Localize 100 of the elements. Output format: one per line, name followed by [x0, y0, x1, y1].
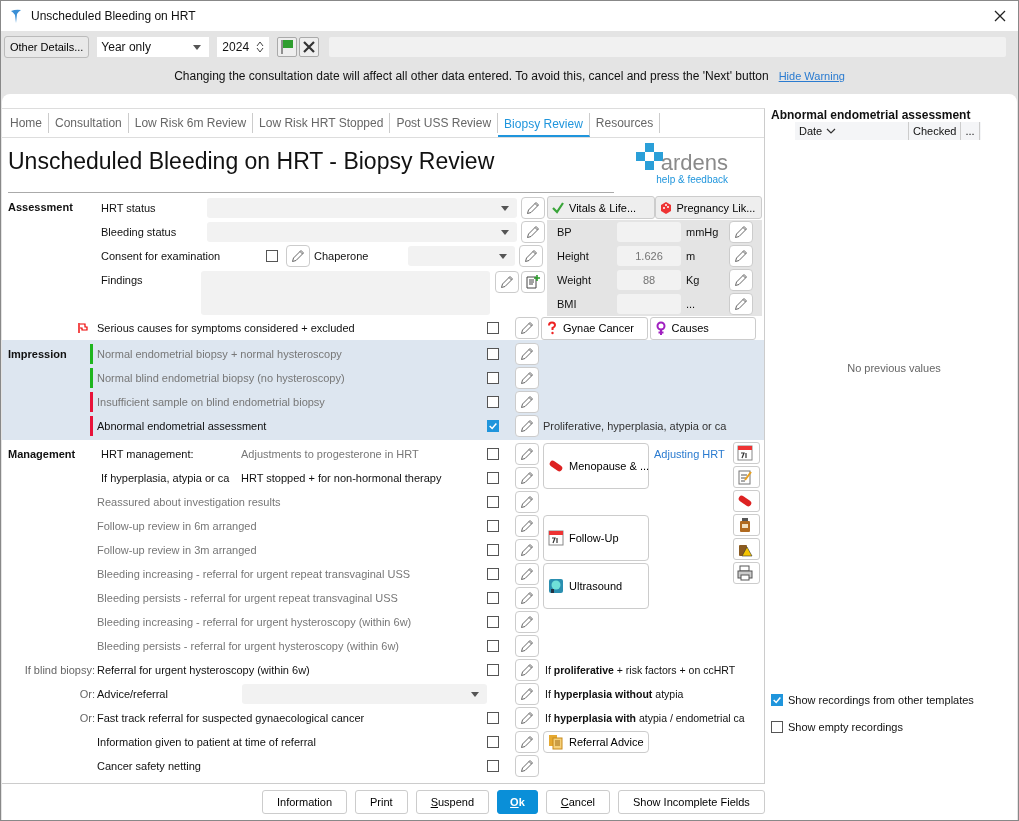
edit-button[interactable] [515, 707, 539, 729]
column-header[interactable]: Checked [909, 122, 962, 140]
tab[interactable]: Low Risk 6m Review [128, 113, 254, 133]
edit-button[interactable] [729, 245, 753, 267]
date-precision-dropdown[interactable]: Year only [97, 37, 210, 57]
checkbox[interactable] [487, 664, 499, 676]
resource-button[interactable]: Ultrasound [543, 563, 649, 609]
edit-button[interactable] [495, 271, 519, 293]
column-header[interactable]: Date [795, 122, 909, 140]
edit-button[interactable] [515, 611, 539, 633]
footer-button[interactable]: Cancel [545, 790, 611, 814]
edit-button[interactable] [515, 635, 539, 657]
footer-button[interactable]: Print [355, 790, 408, 814]
edit-button[interactable] [515, 467, 539, 489]
edit-button[interactable] [286, 245, 310, 267]
edit-button[interactable] [515, 415, 539, 437]
edit-button[interactable] [515, 367, 539, 389]
checkbox[interactable] [771, 693, 783, 706]
checkbox[interactable] [487, 448, 499, 460]
add-note-button[interactable] [521, 271, 545, 293]
footer-button[interactable]: Ok [497, 790, 538, 814]
history-title: Abnormal endometrial assessment [771, 108, 972, 122]
edit-button[interactable] [521, 221, 545, 243]
edit-button[interactable] [729, 221, 753, 243]
item-label: Information given to patient at time of referral [97, 736, 316, 748]
checkbox[interactable] [771, 720, 783, 733]
pill-button[interactable] [733, 490, 760, 512]
tab[interactable]: Consultation [49, 113, 129, 133]
edit-button[interactable] [515, 391, 539, 413]
checkbox[interactable] [487, 640, 499, 652]
other-details-button[interactable]: Other Details... [4, 36, 90, 58]
edit-button[interactable] [515, 317, 539, 339]
footer-button[interactable]: Show Incomplete Fields [618, 790, 765, 814]
adjusting-hrt-link[interactable]: Adjusting HRT [651, 448, 733, 460]
edit-button[interactable] [515, 755, 539, 777]
edit-button[interactable] [515, 563, 539, 585]
checkbox[interactable] [487, 712, 499, 724]
resource-button[interactable]: Causes [649, 316, 756, 340]
checkbox[interactable] [487, 396, 499, 408]
column-header[interactable]: ... [961, 122, 980, 140]
checkbox[interactable] [487, 322, 499, 334]
edit-button[interactable] [521, 197, 545, 219]
checkbox[interactable] [487, 592, 499, 604]
checkbox[interactable] [487, 348, 499, 360]
clear-icon[interactable] [299, 37, 320, 57]
pencil-icon [525, 200, 541, 216]
checkbox[interactable] [266, 250, 278, 262]
footer-button[interactable]: Information [262, 790, 348, 814]
resource-button[interactable]: Follow-Up [543, 515, 649, 561]
close-icon[interactable] [994, 10, 1006, 22]
year-spinner[interactable]: 2024 [217, 37, 270, 57]
pencil-icon [519, 710, 535, 726]
pencil-icon [519, 590, 535, 606]
edit-button[interactable] [515, 659, 539, 681]
edit-button[interactable] [515, 491, 539, 513]
pencil-icon [519, 394, 535, 410]
edit-button[interactable] [515, 343, 539, 365]
hide-warning-link[interactable]: Hide Warning [778, 70, 845, 82]
checkbox[interactable] [487, 544, 499, 556]
checkbox[interactable] [487, 520, 499, 532]
resource-button[interactable]: Gynae Cancer [541, 316, 648, 340]
edit-button[interactable] [729, 269, 753, 291]
pencil-icon [519, 614, 535, 630]
edit-button[interactable] [729, 293, 753, 315]
pencil-icon [519, 758, 535, 774]
unit-label: ... [685, 298, 697, 310]
edit-button[interactable] [515, 515, 539, 537]
tab[interactable]: Resources [589, 113, 661, 133]
bottle-button[interactable] [733, 514, 760, 536]
tab[interactable]: Home [4, 113, 49, 133]
tick-icon [551, 200, 565, 215]
edit-button[interactable] [515, 587, 539, 609]
resource-button[interactable]: Menopause & ... [543, 443, 649, 489]
checkbox[interactable] [487, 760, 499, 772]
checkbox[interactable] [487, 736, 499, 748]
tab[interactable]: Low Risk HRT Stopped [253, 113, 391, 133]
edit-button[interactable] [515, 731, 539, 753]
checkbox[interactable] [487, 496, 499, 508]
checkbox[interactable] [487, 472, 499, 484]
vitals-button[interactable]: Vitals & Life... [547, 196, 655, 219]
notepad-button[interactable] [733, 466, 760, 488]
edit-button[interactable] [515, 443, 539, 465]
resource-button[interactable]: Referral Advice [543, 731, 649, 753]
vitals-button[interactable]: Pregnancy Lik... [654, 196, 762, 219]
calendar-button[interactable] [733, 442, 760, 464]
tab[interactable]: Post USS Review [390, 113, 499, 133]
checkbox[interactable] [487, 568, 499, 580]
printer-button[interactable] [733, 562, 760, 584]
edit-button[interactable] [515, 539, 539, 561]
input-field[interactable]: 1.626 [617, 246, 681, 266]
footer-button[interactable]: Suspend [415, 790, 490, 814]
checkbox[interactable] [487, 372, 499, 384]
logo-name: ardens [660, 152, 728, 174]
input-field[interactable]: 88 [617, 270, 681, 290]
edit-button[interactable] [519, 245, 543, 267]
checkbox[interactable] [487, 420, 499, 432]
edit-button[interactable] [515, 683, 539, 705]
pencil-icon [733, 272, 749, 288]
warn-button[interactable] [733, 538, 760, 560]
checkbox[interactable] [487, 616, 499, 628]
